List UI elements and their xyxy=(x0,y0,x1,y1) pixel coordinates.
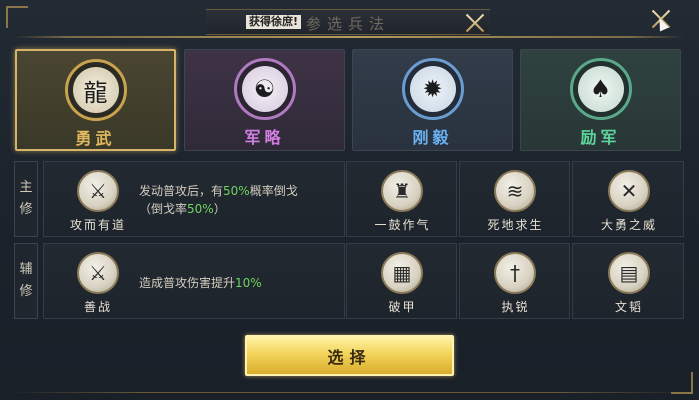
option-name: 破甲 xyxy=(388,300,417,314)
crossed-blades-icon: ✕ xyxy=(608,170,650,212)
row-tag-char: 辅 xyxy=(19,262,33,277)
option-name: 执锐 xyxy=(501,300,530,314)
desc-value: 50% xyxy=(223,184,250,198)
blade-icon: † xyxy=(494,252,536,294)
category-card-lve[interactable]: ☯ 军略 xyxy=(184,49,345,151)
desc-text: ） xyxy=(213,202,226,216)
title-plate: 参选兵法 获得徐庶! xyxy=(206,9,490,35)
desc-text: 概率倒戈 xyxy=(249,184,298,198)
crossed-swords-icon: ⚔ xyxy=(77,252,119,294)
main-skill-description: 发动普攻后，有50%概率倒戈 （倒戈率50%） xyxy=(139,182,298,218)
main-skill-name: 攻而有道 xyxy=(69,218,126,232)
corner-ornament xyxy=(671,372,693,394)
category-label: 军略 xyxy=(244,128,285,147)
main-skill-panel[interactable]: ⚔ 攻而有道 发动普攻后，有50%概率倒戈 （倒戈率50%） xyxy=(43,161,345,237)
row-tag-main: 主 修 xyxy=(14,161,38,237)
taiji-icon: ☯ xyxy=(233,58,296,120)
dragon-icon: 龍 xyxy=(64,59,127,121)
row-tag-char: 修 xyxy=(19,284,33,299)
row-tag-char: 修 xyxy=(19,202,33,217)
armor-icon: ▦ xyxy=(381,252,423,294)
header-divider xyxy=(14,36,685,38)
desc-text: （倒戈率 xyxy=(139,202,188,216)
dialog-frame: 参选兵法 获得徐庶! 龍 勇武 ☯ 军略 ✹ 刚毅 ♠ 励军 主 修 ⚔ 攻而有… xyxy=(0,0,699,400)
wing-icon: ≋ xyxy=(494,170,536,212)
category-card-yi[interactable]: ✹ 刚毅 xyxy=(352,49,513,151)
category-label: 刚毅 xyxy=(412,128,453,147)
row-tag-char: 主 xyxy=(19,180,33,195)
option-name: 文韬 xyxy=(614,300,643,314)
select-button[interactable]: 选择 xyxy=(245,335,454,376)
spiked-ball-icon: ✹ xyxy=(401,58,464,120)
sub-skill-name: 善战 xyxy=(83,300,112,314)
sub-option-3[interactable]: ▤ 文韬 xyxy=(572,243,684,319)
option-name: 大勇之威 xyxy=(600,218,657,232)
warrior-icon: ♜ xyxy=(381,170,423,212)
pouch-icon: ♠ xyxy=(569,58,632,120)
option-name: 死地求生 xyxy=(487,218,544,232)
desc-text: 造成普攻伤害提升 xyxy=(139,276,236,290)
footer-divider xyxy=(10,392,689,393)
row-tag-sub: 辅 修 xyxy=(14,243,38,319)
main-option-3[interactable]: ✕ 大勇之威 xyxy=(572,161,684,237)
main-option-1[interactable]: ♜ 一鼓作气 xyxy=(346,161,457,237)
sub-skill-panel[interactable]: ⚔ 善战 造成普攻伤害提升10% xyxy=(43,243,345,319)
corner-ornament xyxy=(6,6,28,28)
sub-skill-description: 造成普攻伤害提升10% xyxy=(139,274,262,292)
main-option-2[interactable]: ≋ 死地求生 xyxy=(459,161,570,237)
notification-tag: 获得徐庶! xyxy=(246,15,302,29)
axe-icon: ⚔ xyxy=(77,170,119,212)
crossed-spears-icon xyxy=(464,12,486,34)
category-card-jun[interactable]: ♠ 励军 xyxy=(520,49,681,151)
desc-text: 发动普攻后，有 xyxy=(139,184,224,198)
scroll-icon: ▤ xyxy=(608,252,650,294)
sub-option-1[interactable]: ▦ 破甲 xyxy=(346,243,457,319)
category-card-wu[interactable]: 龍 勇武 xyxy=(15,49,176,151)
desc-value: 50% xyxy=(187,202,214,216)
sub-option-2[interactable]: † 执锐 xyxy=(459,243,570,319)
category-label: 勇武 xyxy=(75,129,116,148)
option-name: 一鼓作气 xyxy=(374,218,431,232)
category-label: 励军 xyxy=(580,128,621,147)
desc-value: 10% xyxy=(235,276,262,290)
